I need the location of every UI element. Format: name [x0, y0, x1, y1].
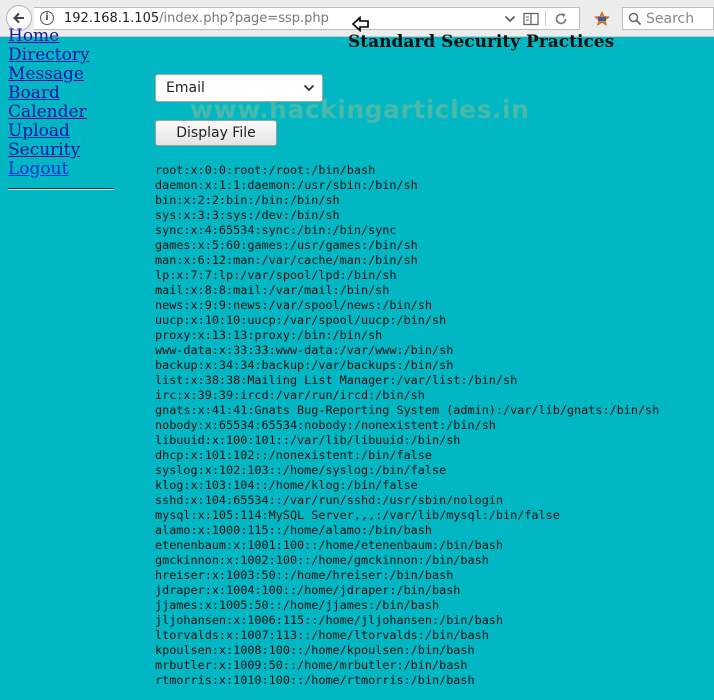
output-line: list:x:38:38:Mailing List Manager:/var/l…: [155, 373, 518, 387]
nav-link-message[interactable]: Message: [8, 65, 114, 84]
output-line: sync:x:4:65534:sync:/bin:/bin/sync: [155, 223, 397, 237]
output-line: root:x:0:0:root:/root:/bin/bash: [155, 163, 376, 177]
nav-link-directory[interactable]: Directory: [8, 46, 114, 65]
output-line: www-data:x:33:33:www-data:/var/www:/bin/…: [155, 343, 454, 357]
output-line: rtmorris:x:1010:100::/home/rtmorris:/bin…: [155, 673, 475, 687]
output-line: libuuid:x:100:101::/var/lib/libuuid:/bin…: [155, 433, 461, 447]
output-line: klog:x:103:104::/home/klog:/bin/false: [155, 478, 418, 492]
output-line: irc:x:39:39:ircd:/var/run/ircd:/bin/sh: [155, 388, 425, 402]
output-line: bin:x:2:2:bin:/bin:/bin/sh: [155, 193, 340, 207]
page-title: Standard Security Practices: [348, 32, 615, 52]
display-file-button[interactable]: Display File: [155, 120, 277, 146]
reload-icon[interactable]: [554, 12, 568, 26]
output-line: lp:x:7:7:lp:/var/spool/lpd:/bin/sh: [155, 268, 397, 282]
reader-view-icon[interactable]: [523, 12, 539, 26]
cursor-pointer-icon: [352, 16, 369, 32]
output-line: mysql:x:105:114:MySQL Server,,,:/var/lib…: [155, 508, 560, 522]
file-output: root:x:0:0:root:/root:/bin/bash daemon:x:…: [155, 163, 659, 688]
output-line: man:x:6:12:man:/var/cache/man:/bin/sh: [155, 253, 418, 267]
nav-link-upload[interactable]: Upload: [8, 122, 114, 141]
output-line: dhcp:x:101:102::/nonexistent:/bin/false: [155, 448, 432, 462]
url-text[interactable]: 192.168.1.105/index.php?page=ssp.php: [64, 11, 329, 26]
output-line: hreiser:x:1003:50::/home/hreiser:/bin/ba…: [155, 568, 454, 582]
file-select[interactable]: Email: [155, 74, 323, 102]
output-line: mrbutler:x:1009:50::/home/mrbutler:/bin/…: [155, 658, 468, 672]
output-line: games:x:5:60:games:/usr/games:/bin/sh: [155, 238, 418, 252]
output-line: gnats:x:41:41:Gnats Bug-Reporting System…: [155, 403, 660, 417]
output-line: etenenbaum:x:1001:100::/home/etenenbaum:…: [155, 538, 504, 552]
output-line: uucp:x:10:10:uucp:/var/spool/uucp:/bin/s…: [155, 313, 447, 327]
output-line: jdraper:x:1004:100::/home/jdraper:/bin/b…: [155, 583, 461, 597]
file-select-value: Email: [166, 80, 205, 96]
info-icon[interactable]: i: [40, 11, 54, 25]
output-line: sshd:x:104:65534::/var/run/sshd:/usr/sbi…: [155, 493, 504, 507]
nav-link-logout[interactable]: Logout: [8, 160, 114, 179]
url-bar[interactable]: i 192.168.1.105/index.php?page=ssp.php: [34, 7, 580, 30]
url-host: 192.168.1.105: [64, 11, 160, 26]
url-divider: [545, 11, 546, 26]
url-path: /index.php?page=ssp.php: [159, 11, 329, 26]
output-line: ltorvalds:x:1007:113::/home/ltorvalds:/b…: [155, 628, 489, 642]
output-line: news:x:9:9:news:/var/spool/news:/bin/sh: [155, 298, 432, 312]
nav-link-board[interactable]: Board: [8, 84, 114, 103]
output-line: jljohansen:x:1006:115::/home/jljohansen:…: [155, 613, 504, 627]
output-line: syslog:x:102:103::/home/syslog:/bin/fals…: [155, 463, 447, 477]
chevron-down-icon[interactable]: [504, 13, 516, 25]
search-box[interactable]: Search: [622, 7, 714, 30]
search-placeholder: Search: [646, 11, 695, 27]
output-line: proxy:x:13:13:proxy:/bin:/bin/sh: [155, 328, 383, 342]
output-line: backup:x:34:34:backup:/var/backups:/bin/…: [155, 358, 454, 372]
output-line: alamo:x:1000:115::/home/alamo:/bin/bash: [155, 523, 432, 537]
back-arrow-icon: [13, 12, 24, 24]
search-icon: [628, 12, 642, 26]
chevron-down-icon: [303, 84, 315, 92]
output-line: nobody:x:65534:65534:nobody:/nonexistent…: [155, 418, 496, 432]
output-line: mail:x:8:8:mail:/var/mail:/bin/sh: [155, 283, 390, 297]
nav-divider: [8, 188, 114, 190]
nav-link-home[interactable]: Home: [8, 27, 114, 46]
output-line: daemon:x:1:1:daemon:/usr/sbin:/bin/sh: [155, 178, 418, 192]
side-navigation: Home Directory Message Board Calender Up…: [8, 27, 114, 179]
output-line: jjames:x:1005:50::/home/jjames:/bin/bash: [155, 598, 440, 612]
nav-link-calender[interactable]: Calender: [8, 103, 114, 122]
output-line: kpoulsen:x:1008:100::/home/kpoulsen:/bin…: [155, 643, 475, 657]
extension-icon[interactable]: [594, 11, 610, 26]
output-line: sys:x:3:3:sys:/dev:/bin/sh: [155, 208, 340, 222]
nav-link-security[interactable]: Security: [8, 141, 114, 160]
output-line: gmckinnon:x:1002:100::/home/gmckinnon:/b…: [155, 553, 489, 567]
